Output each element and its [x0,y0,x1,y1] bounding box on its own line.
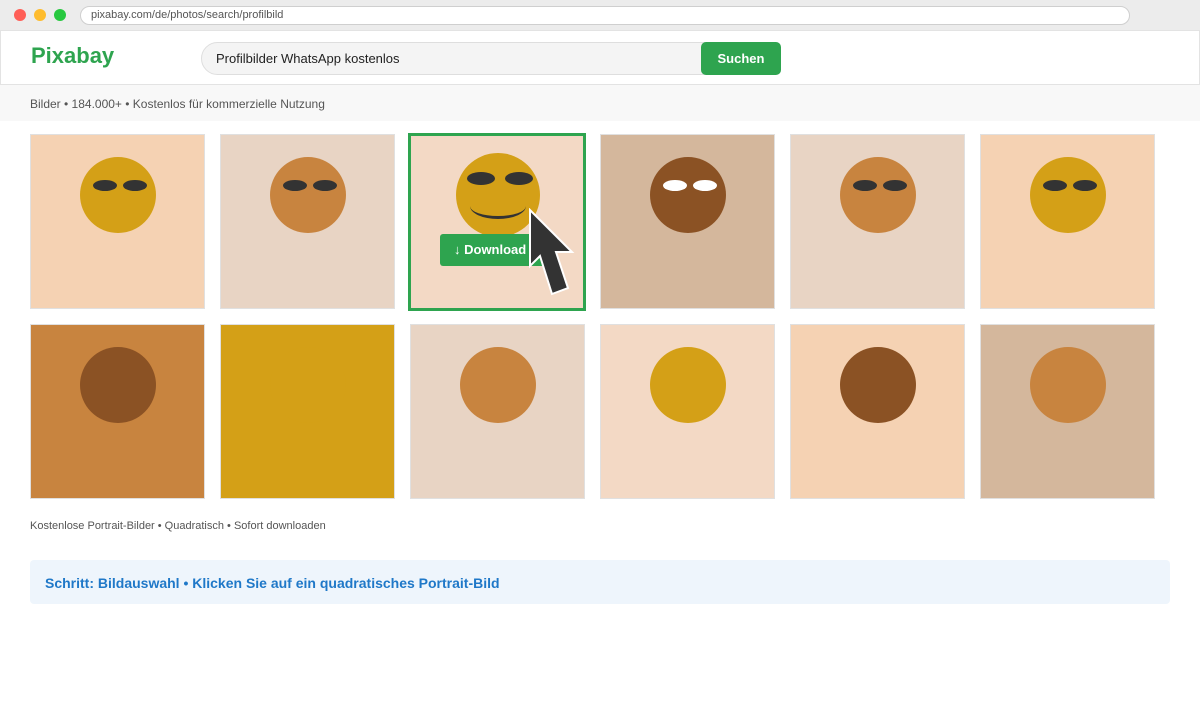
search-button[interactable]: Suchen [701,42,781,75]
search-bar: Suchen [201,42,781,75]
minimize-window-icon[interactable] [34,9,46,21]
step-instruction: Schritt: Bildauswahl • Klicken Sie auf e… [45,575,500,591]
portrait-face [270,347,346,423]
eye-shape [1073,180,1097,191]
close-window-icon[interactable] [14,9,26,21]
eye-shape [693,180,717,191]
eye-shape [663,180,687,191]
site-header: Pixabay Suchen [0,30,1200,85]
image-tile[interactable] [790,134,965,309]
eye-shape [883,180,907,191]
image-tile[interactable] [980,134,1155,309]
results-info-bar: Bilder • 184.000+ • Kostenlos für kommer… [0,85,1200,121]
step-banner: Schritt: Bildauswahl • Klicken Sie auf e… [30,560,1170,604]
image-tile[interactable] [410,324,585,499]
eye-shape [467,172,495,185]
portrait-face [1030,157,1106,233]
results-summary: Bilder • 184.000+ • Kostenlos für kommer… [30,97,325,111]
portrait-face [460,347,536,423]
image-tile[interactable] [600,134,775,309]
portrait-face [1030,347,1106,423]
eye-shape [283,180,307,191]
portrait-face [80,347,156,423]
image-tile[interactable] [220,324,395,499]
mouse-cursor-icon [529,208,575,296]
search-input[interactable] [216,43,686,74]
portrait-face [840,347,916,423]
image-tile[interactable] [790,324,965,499]
eye-shape [313,180,337,191]
grid-caption: Kostenlose Portrait-Bilder • Quadratisch… [30,520,326,532]
portrait-face [650,347,726,423]
eye-shape [853,180,877,191]
eye-shape [123,180,147,191]
image-tile[interactable] [980,324,1155,499]
maximize-window-icon[interactable] [54,9,66,21]
eye-shape [505,172,533,185]
address-bar[interactable]: pixabay.com/de/photos/search/profilbild [80,6,1130,25]
portrait-face [840,157,916,233]
image-tile[interactable] [30,134,205,309]
eye-shape [1043,180,1067,191]
portrait-face [650,157,726,233]
image-tile[interactable] [30,324,205,499]
portrait-face [80,157,156,233]
image-tile[interactable] [220,134,395,309]
eye-shape [93,180,117,191]
pixabay-logo[interactable]: Pixabay [31,43,114,69]
browser-chrome: pixabay.com/de/photos/search/profilbild [0,0,1200,30]
portrait-face [270,157,346,233]
image-tile[interactable] [600,324,775,499]
